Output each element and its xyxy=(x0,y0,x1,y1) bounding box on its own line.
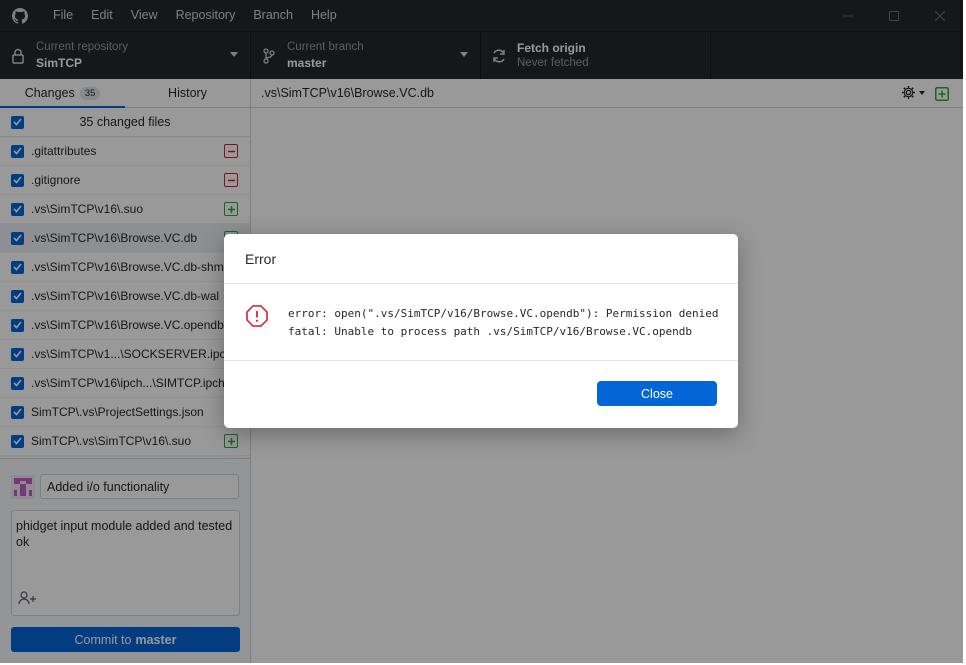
close-button[interactable]: Close xyxy=(597,381,717,406)
dialog-body: error: open(".vs/SimTCP/v16/Browse.VC.op… xyxy=(224,284,738,361)
dialog-title: Error xyxy=(224,234,738,284)
error-dialog: Error error: open(".vs/SimTCP/v16/Browse… xyxy=(224,234,738,428)
stop-icon xyxy=(246,305,268,330)
error-message-line1: error: open(".vs/SimTCP/v16/Browse.VC.op… xyxy=(288,307,719,320)
dialog-footer: Close xyxy=(224,361,738,428)
error-message-line2: fatal: Unable to process path .vs/SimTCP… xyxy=(288,325,692,338)
error-message: error: open(".vs/SimTCP/v16/Browse.VC.op… xyxy=(288,305,718,341)
